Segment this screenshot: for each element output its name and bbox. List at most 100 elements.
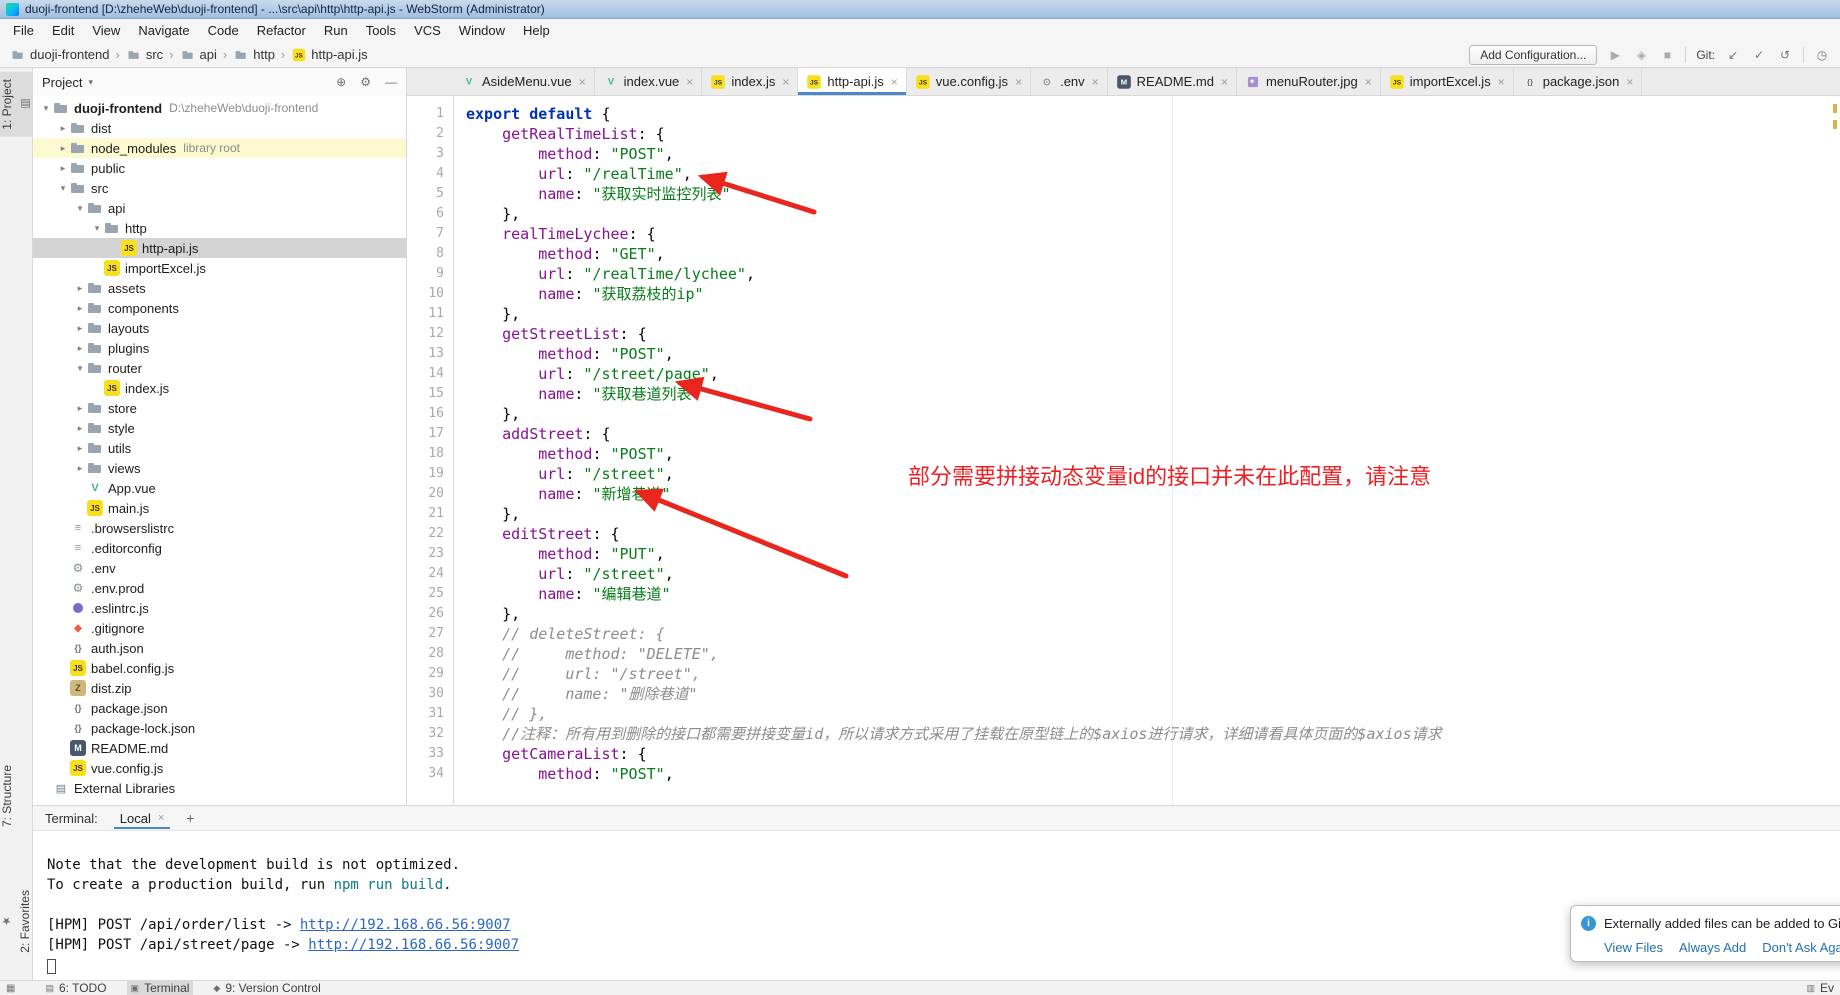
tree-row[interactable]: ▸layouts [33,318,406,338]
code-line[interactable]: // name: "删除巷道" [466,684,1840,704]
menu-item-refactor[interactable]: Refactor [248,20,315,41]
chevron-right-icon[interactable]: ▸ [73,423,87,434]
tree-row[interactable]: Zdist.zip [33,678,406,698]
chevron-right-icon[interactable]: ▸ [73,283,87,294]
code-line[interactable]: realTimeLychee: { [466,224,1840,244]
close-icon[interactable]: × [1365,75,1372,89]
close-icon[interactable]: × [1015,75,1022,89]
editor-tab[interactable]: {}package.json× [1514,68,1643,95]
breadcrumb-item[interactable]: http [233,47,275,63]
editor-tab[interactable]: JShttp-api.js× [798,68,906,95]
menu-item-tools[interactable]: Tools [357,20,405,41]
tree-row[interactable]: ◆.gitignore [33,618,406,638]
chevron-down-icon[interactable]: ▾ [73,363,87,374]
code-line[interactable]: url: "/street", [466,564,1840,584]
tool-window-structure-button[interactable]: 7: Structure [0,758,33,834]
code-line[interactable]: getRealTimeList: { [466,124,1840,144]
menu-item-run[interactable]: Run [315,20,357,41]
code-line[interactable]: url: "/realTime/lychee", [466,264,1840,284]
tree-row[interactable]: ▸utils [33,438,406,458]
chevron-down-icon[interactable]: ▾ [90,223,104,234]
terminal-cursor[interactable] [47,959,56,974]
chevron-down-icon[interactable]: ▾ [73,203,87,214]
code-line[interactable]: }, [466,504,1840,524]
add-configuration-button[interactable]: Add Configuration... [1469,45,1597,65]
terminal-link[interactable]: http://192.168.66.56:9007 [300,917,511,933]
code-line[interactable]: // deleteStreet: { [466,624,1840,644]
code-line[interactable]: url: "/realTime", [466,164,1840,184]
editor[interactable]: 1234567891011121314151617181920212223242… [407,96,1840,805]
code-line[interactable]: name: "获取荔枝的ip" [466,284,1840,304]
project-tree[interactable]: ▾duoji-frontendD:\zheheWeb\duoji-fronten… [33,96,406,798]
code-line[interactable]: // url: "/street", [466,664,1840,684]
editor-tab[interactable]: JSindex.js× [702,68,798,95]
status-bar-right[interactable]: ▥ Ev [1806,981,1834,995]
locate-icon[interactable]: ⊕ [336,75,346,89]
tree-row[interactable]: ⚙.env.prod [33,578,406,598]
git-revert-icon[interactable]: ↺ [1777,48,1793,62]
settings-icon[interactable]: ⚙ [360,75,371,89]
tree-row[interactable]: ▾duoji-frontendD:\zheheWeb\duoji-fronten… [33,98,406,118]
code-line[interactable]: method: "GET", [466,244,1840,264]
code-line[interactable]: url: "/street/page", [466,364,1840,384]
git-update-icon[interactable]: ↙ [1725,48,1741,62]
tree-row[interactable]: JSbabel.config.js [33,658,406,678]
editor-tab[interactable]: VAsideMenu.vue× [453,68,595,95]
code-line[interactable]: name: "编辑巷道" [466,584,1840,604]
stop-icon[interactable]: ■ [1659,48,1675,62]
chevron-right-icon[interactable]: ▸ [56,143,70,154]
editor-tab[interactable]: MREADME.md× [1108,68,1237,95]
notification-action[interactable]: View Files [1604,940,1663,955]
code-line[interactable]: export default { [466,104,1840,124]
tool-window-project-button[interactable]: 1: Project ▤ [0,72,33,137]
tree-row[interactable]: JSmain.js [33,498,406,518]
tree-row[interactable]: ▾src [33,178,406,198]
chevron-right-icon[interactable]: ▸ [73,303,87,314]
chevron-down-icon[interactable]: ▾ [56,183,70,194]
menu-item-edit[interactable]: Edit [43,20,83,41]
terminal-link[interactable]: http://192.168.66.56:9007 [308,937,519,953]
terminal-output[interactable]: Note that the development build is not o… [33,831,1840,974]
tree-row[interactable]: ▸public [33,158,406,178]
code-line[interactable]: name: "获取实时监控列表" [466,184,1840,204]
menu-item-vcs[interactable]: VCS [405,20,450,41]
breadcrumb-item[interactable]: api [180,47,217,63]
chevron-right-icon[interactable]: ▸ [73,323,87,334]
terminal-tab-local[interactable]: Local × [114,808,171,829]
code-line[interactable]: //注释：所有用到删除的接口都需要拼接变量id，所以请求方式采用了挂载在原型链上… [466,724,1840,744]
hide-icon[interactable]: — [385,75,397,89]
tree-row[interactable]: JSindex.js [33,378,406,398]
tree-row[interactable]: {}package-lock.json [33,718,406,738]
tree-row[interactable]: ≡.browserslistrc [33,518,406,538]
editor-tab[interactable]: ⚙.env× [1031,68,1108,95]
code-line[interactable]: }, [466,404,1840,424]
tree-row[interactable]: ▾router [33,358,406,378]
close-icon[interactable]: × [1498,75,1505,89]
tree-row[interactable]: JSvue.config.js [33,758,406,778]
code-line[interactable]: name: "获取巷道列表" [466,384,1840,404]
tree-row[interactable]: ▸style [33,418,406,438]
tool-window-favorites-button[interactable]: ★ 2: Favorites [0,883,33,960]
menu-item-code[interactable]: Code [199,20,248,41]
tree-row[interactable]: ▾api [33,198,406,218]
notification-action[interactable]: Don't Ask Agai [1762,940,1840,955]
tool-window-switcher-icon[interactable]: ▦ [6,983,15,994]
editor-tab[interactable]: Vindex.vue× [595,68,703,95]
breadcrumb-item[interactable]: JShttp-api.js [291,47,367,63]
chevron-right-icon[interactable]: ▸ [73,443,87,454]
close-icon[interactable]: × [891,75,898,89]
code-line[interactable]: addStreet: { [466,424,1840,444]
editor-tab[interactable]: JSimportExcel.js× [1381,68,1514,95]
tree-row[interactable]: ▸plugins [33,338,406,358]
tree-row[interactable]: ▸views [33,458,406,478]
tree-row[interactable]: ▸components [33,298,406,318]
breadcrumb-item[interactable]: duoji-frontend [10,47,110,63]
history-icon[interactable]: ◷ [1814,48,1830,62]
tree-row[interactable]: MREADME.md [33,738,406,758]
close-icon[interactable]: × [1626,75,1633,89]
menu-item-help[interactable]: Help [514,20,559,41]
menu-item-navigate[interactable]: Navigate [129,20,198,41]
tree-row[interactable]: JShttp-api.js [33,238,406,258]
chevron-right-icon[interactable]: ▸ [73,463,87,474]
tree-row[interactable]: ▸assets [33,278,406,298]
